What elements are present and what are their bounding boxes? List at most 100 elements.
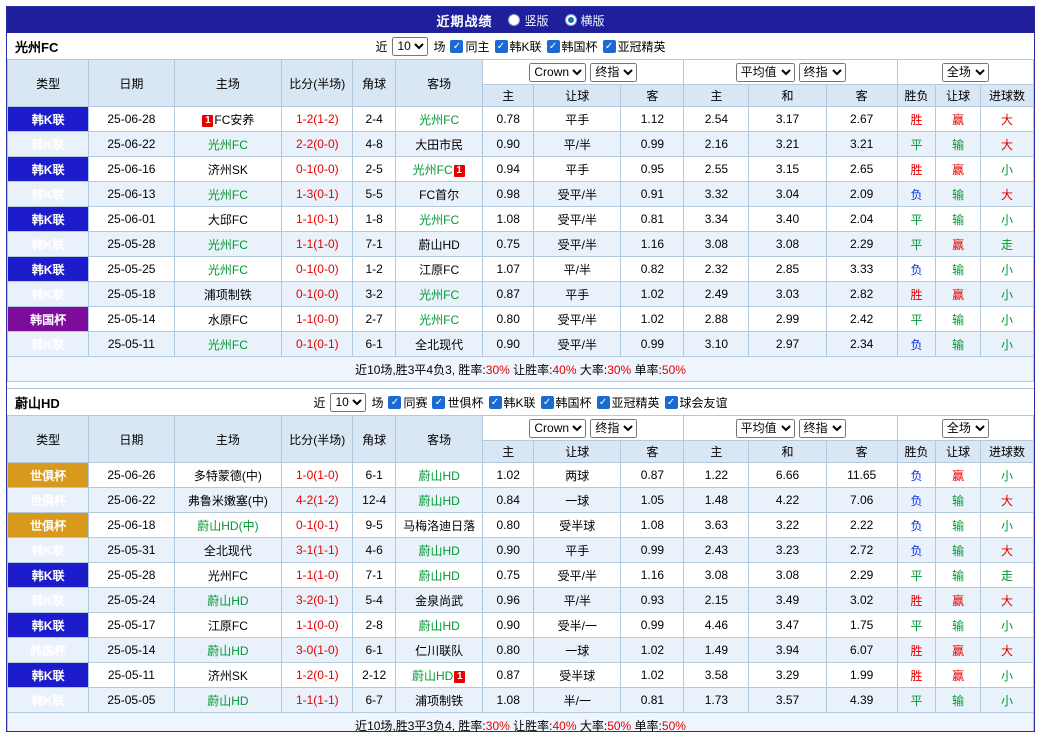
radio-icon xyxy=(508,14,520,26)
average-select[interactable]: 平均值 xyxy=(736,419,795,438)
bookmaker-select[interactable]: Crown xyxy=(529,419,586,438)
home-team-name: 蔚山HD xyxy=(207,694,248,708)
avg-home: 2.15 xyxy=(684,588,749,613)
filter-checkbox-韩K联[interactable]: ✓韩K联 xyxy=(495,38,542,55)
filter-checkbox-同主[interactable]: ✓同主 xyxy=(450,38,489,55)
away-team: 蔚山HD xyxy=(395,488,482,513)
match-type-cell: 韩K联 xyxy=(8,563,89,588)
layout-radio-vertical[interactable]: 竖版 xyxy=(508,12,548,29)
avg-away: 7.06 xyxy=(826,488,897,513)
match-date: 25-05-11 xyxy=(89,332,174,357)
filter-checkbox-韩国杯[interactable]: ✓韩国杯 xyxy=(541,394,592,411)
home-team-name: 大邱FC xyxy=(208,213,248,227)
result-goals: 大 xyxy=(981,182,1034,207)
home-odds: 1.02 xyxy=(483,463,534,488)
col-header-8: 客 xyxy=(621,85,684,107)
scope-select[interactable]: 全场 xyxy=(942,419,989,438)
match-type-cell: 韩K联 xyxy=(8,232,89,257)
checkbox-label: 亚冠精英 xyxy=(618,38,666,55)
match-row: 韩K联25-06-01大邱FC1-1(0-1)1-8光州FC1.08受平/半0.… xyxy=(8,207,1034,232)
layout-radio-horizontal[interactable]: 横版 xyxy=(565,12,605,29)
home-odds: 0.80 xyxy=(483,638,534,663)
score: 1-0(1-0) xyxy=(282,463,353,488)
home-team-name: 光州FC xyxy=(208,338,248,352)
away-odds: 0.81 xyxy=(621,688,684,713)
result-outcome: 负 xyxy=(897,538,936,563)
stats-footer-row: 近10场,胜3平3负4, 胜率:30% 让胜率:40% 大率:50% 单率:50… xyxy=(8,713,1034,733)
col-header-3: 比分(半场) xyxy=(282,416,353,463)
filter-checkbox-同赛[interactable]: ✓同赛 xyxy=(388,394,427,411)
average-select[interactable]: 平均值 xyxy=(736,63,795,82)
result-handicap: 赢 xyxy=(936,638,981,663)
team-name: 光州FC xyxy=(15,37,58,56)
final-odds-select-2[interactable]: 终指 xyxy=(799,63,846,82)
result-outcome: 负 xyxy=(897,332,936,357)
handicap: 平手 xyxy=(534,107,621,132)
avg-home: 2.32 xyxy=(684,257,749,282)
away-odds: 1.05 xyxy=(621,488,684,513)
result-goals: 大 xyxy=(981,538,1034,563)
footer-segment: 40% xyxy=(552,363,576,377)
away-team-name: 全北现代 xyxy=(415,338,463,352)
result-handicap: 输 xyxy=(936,182,981,207)
scope-select[interactable]: 全场 xyxy=(942,63,989,82)
filter-checkbox-世俱杯[interactable]: ✓世俱杯 xyxy=(432,394,483,411)
footer-segment: 30% xyxy=(486,719,510,733)
away-team: 金泉尚武 xyxy=(395,588,482,613)
checkbox-label: 世俱杯 xyxy=(447,394,483,411)
away-team-name: 光州FC xyxy=(419,113,459,127)
match-row: 世俱杯25-06-26多特蒙德(中)1-0(1-0)6-1蔚山HD1.02两球0… xyxy=(8,463,1034,488)
home-team: 蔚山HD xyxy=(174,638,282,663)
filter-checkbox-韩K联[interactable]: ✓韩K联 xyxy=(489,394,536,411)
match-row: 韩K联25-05-25光州FC0-1(0-0)1-2江原FC1.07平/半0.8… xyxy=(8,257,1034,282)
away-odds: 0.95 xyxy=(621,157,684,182)
corner: 6-1 xyxy=(353,638,396,663)
home-team: 光州FC xyxy=(174,232,282,257)
final-odds-select-2[interactable]: 终指 xyxy=(799,419,846,438)
result-outcome: 平 xyxy=(897,613,936,638)
recent-count-select[interactable]: 10 xyxy=(392,37,428,56)
checkbox-label: 韩国杯 xyxy=(562,38,598,55)
home-team-name: 蔚山HD xyxy=(207,644,248,658)
home-team-name: 光州FC xyxy=(208,138,248,152)
filter-controls: 近10场✓同赛✓世俱杯✓韩K联✓韩国杯✓亚冠精英✓球会友谊 xyxy=(313,393,727,412)
match-date: 25-05-28 xyxy=(89,232,174,257)
col-header-10: 和 xyxy=(749,441,826,463)
bookmaker-select[interactable]: Crown xyxy=(529,63,586,82)
result-goals: 小 xyxy=(981,157,1034,182)
result-outcome: 负 xyxy=(897,182,936,207)
away-team: 马梅洛迪日落 xyxy=(395,513,482,538)
col-header-14: 进球数 xyxy=(981,441,1034,463)
home-team-name: 济州SK xyxy=(208,163,248,177)
select-wrap: 平均值终指 xyxy=(685,63,895,82)
checkbox-icon: ✓ xyxy=(597,396,610,409)
result-outcome: 负 xyxy=(897,257,936,282)
result-handicap: 输 xyxy=(936,513,981,538)
filter-checkbox-亚冠精英[interactable]: ✓亚冠精英 xyxy=(597,394,660,411)
away-team-name: 蔚山HD xyxy=(418,238,459,252)
games-label: 场 xyxy=(433,38,445,55)
result-outcome: 平 xyxy=(897,232,936,257)
match-type-cell: 韩K联 xyxy=(8,257,89,282)
home-odds: 1.08 xyxy=(483,688,534,713)
filter-checkbox-韩国杯[interactable]: ✓韩国杯 xyxy=(547,38,598,55)
checkbox-icon: ✓ xyxy=(388,396,401,409)
final-odds-select-1[interactable]: 终指 xyxy=(590,419,637,438)
checkbox-icon: ✓ xyxy=(541,396,554,409)
final-odds-select-1[interactable]: 终指 xyxy=(590,63,637,82)
page-title: 近期战绩 xyxy=(436,11,492,30)
recent-count-select[interactable]: 10 xyxy=(330,393,366,412)
home-team-name: 蔚山HD xyxy=(207,594,248,608)
away-odds: 1.02 xyxy=(621,307,684,332)
result-outcome: 平 xyxy=(897,132,936,157)
result-goals: 小 xyxy=(981,207,1034,232)
home-odds: 0.96 xyxy=(483,588,534,613)
result-handicap: 输 xyxy=(936,257,981,282)
home-odds: 0.98 xyxy=(483,182,534,207)
filter-checkbox-球会友谊[interactable]: ✓球会友谊 xyxy=(665,394,728,411)
match-type-cell: 韩K联 xyxy=(8,663,89,688)
odds-select-group: Crown终指 xyxy=(483,416,684,441)
result-outcome: 胜 xyxy=(897,663,936,688)
handicap: 平手 xyxy=(534,282,621,307)
filter-checkbox-亚冠精英[interactable]: ✓亚冠精英 xyxy=(603,38,666,55)
